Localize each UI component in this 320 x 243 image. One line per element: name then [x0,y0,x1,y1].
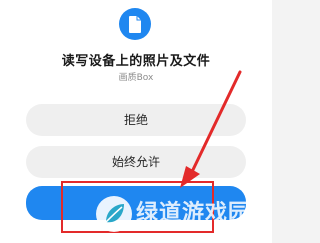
permission-title: 读写设备上的照片及文件 [61,54,211,69]
file-icon [119,8,151,40]
permission-dialog: 读写设备上的照片及文件 画质Box 拒绝 始终允许 绿道游戏园 LDYG.NET [0,0,272,243]
allow-while-using-button[interactable] [26,186,246,220]
deny-button[interactable]: 拒绝 [26,104,246,136]
always-allow-button[interactable]: 始终允许 [26,146,246,178]
watermark-subtext: LDYG.NET [164,223,202,230]
app-name: 画质Box [118,73,154,83]
